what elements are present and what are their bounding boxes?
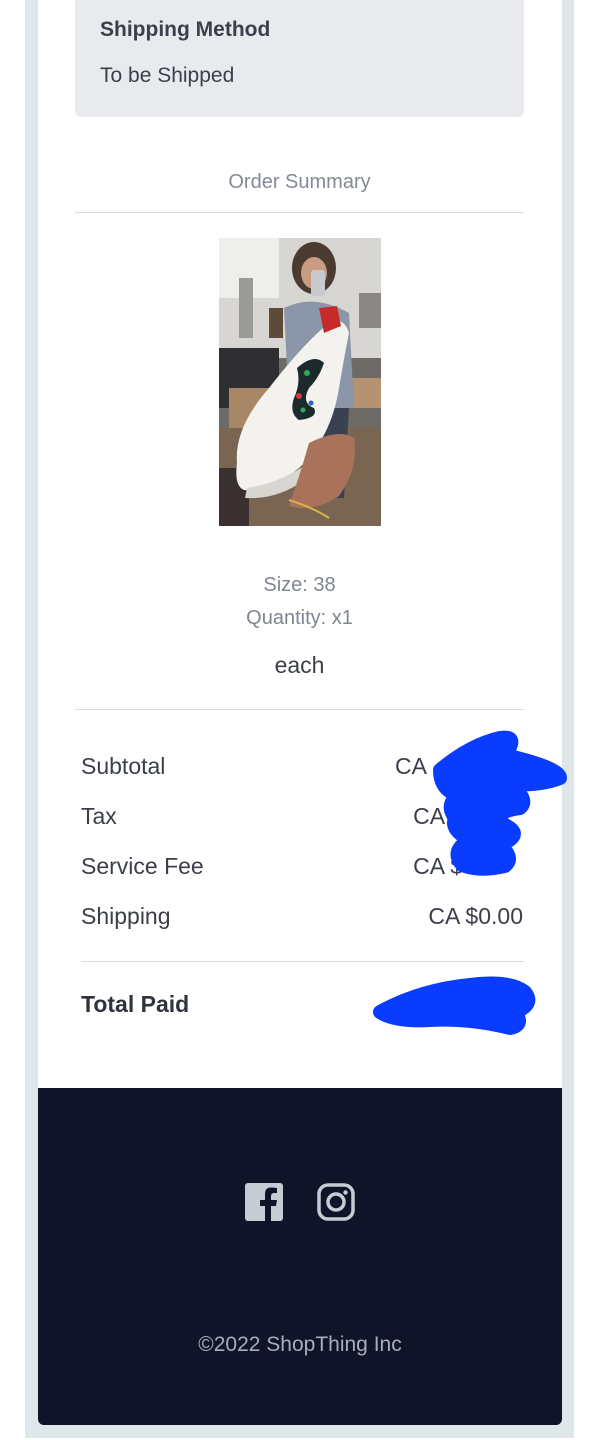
item-size: Size: 38 [263, 574, 336, 596]
service-fee-value: CA $ [413, 853, 463, 879]
tax-label: Tax [81, 803, 117, 829]
product-image [219, 238, 381, 526]
subtotal-label: Subtotal [81, 753, 166, 779]
tax-value: CA $ [413, 803, 463, 829]
divider [75, 709, 524, 710]
shipping-method-title: Shipping Method [100, 18, 271, 41]
total-paid-label: Total Paid [81, 991, 190, 1017]
divider [81, 961, 524, 962]
service-fee-label: Service Fee [81, 853, 204, 879]
divider [75, 212, 524, 213]
footer [38, 1088, 562, 1425]
subtotal-value: CA [395, 753, 427, 779]
shipping-label: Shipping [81, 903, 171, 929]
order-summary-heading: Order Summary [228, 171, 371, 193]
shipping-value: CA $0.00 [428, 903, 523, 929]
order-confirmation-page: Shipping Method To be Shipped Order Summ… [0, 0, 599, 1440]
facebook-icon[interactable] [244, 1182, 284, 1222]
shipping-method-value: To be Shipped [100, 64, 235, 87]
instagram-icon[interactable] [316, 1182, 356, 1222]
item-quantity: Quantity: x1 [246, 607, 353, 629]
copyright-text: ©2022 ShopThing Inc [198, 1333, 402, 1356]
item-price-unit: each [274, 652, 325, 678]
